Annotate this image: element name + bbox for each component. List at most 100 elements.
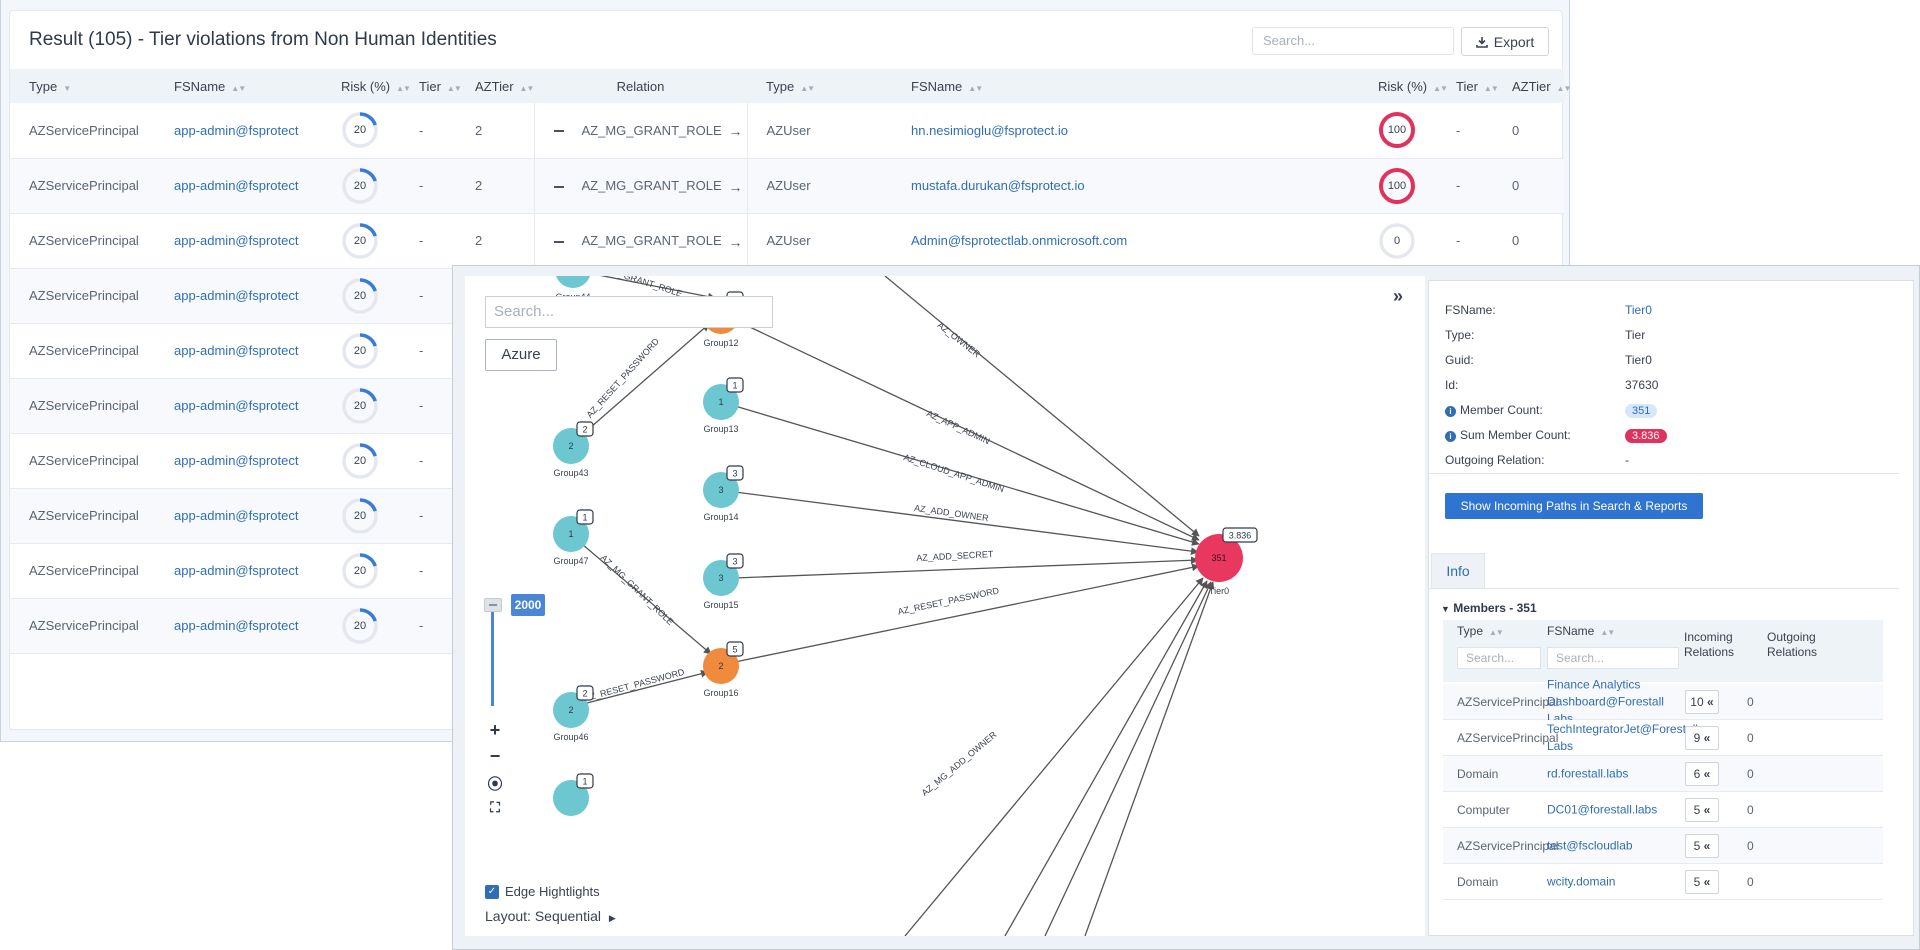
graph-node-group15[interactable]: 3 Group15 3 (703, 553, 744, 610)
members-col-type[interactable]: Type ▲▼ (1457, 624, 1504, 638)
member-row[interactable]: Domain rd.forestall.labs 6 « 0 (1443, 756, 1883, 792)
collapse-panel-icon[interactable]: » (1393, 286, 1403, 307)
cell-fsname[interactable]: app-admin@fsprotect (155, 323, 322, 379)
members-fsname-filter[interactable]: Search... (1547, 647, 1679, 669)
cell-fsname[interactable]: app-admin@fsprotect (155, 378, 322, 434)
sort-icon[interactable]: ▲▼ (800, 84, 815, 93)
members-col-incoming[interactable]: Incoming Relations (1684, 630, 1744, 660)
column-header-type[interactable]: Type ▲▼ (747, 69, 892, 103)
checkbox-icon[interactable]: ✓ (485, 884, 499, 899)
graph-search-input[interactable]: Search... (485, 296, 773, 328)
graph-canvas[interactable]: AZ_MG_GRANT_ROLE AZ_OWNER AZ_RESET_PASSWOR… (465, 276, 1425, 936)
column-header-relation[interactable]: Relation (534, 69, 747, 103)
members-type-filter[interactable]: Search... (1457, 647, 1541, 669)
incoming-relations-button[interactable]: 9 « (1685, 726, 1719, 750)
incoming-relations-button[interactable]: 6 « (1685, 762, 1719, 786)
column-header-fsname[interactable]: FSName ▲▼ (892, 69, 1359, 103)
sort-icon[interactable]: ▼ (63, 84, 71, 93)
layout-selector[interactable]: Layout: Sequential ▶ (485, 908, 616, 924)
member-row[interactable]: Domain wcity.domain 5 « 0 (1443, 864, 1883, 900)
sort-icon[interactable]: ▲▼ (1484, 84, 1499, 93)
cell-target-fsname[interactable]: hn.nesimioglu@fsprotect.io (892, 103, 1359, 159)
cell-target-fsname[interactable]: mustafa.durukan@fsprotect.io (892, 158, 1359, 214)
table-row[interactable]: AZServicePrincipal app-admin@fsprotect 20-… (10, 103, 1564, 159)
cell-fsname[interactable]: app-admin@fsprotect (155, 158, 322, 214)
minus-icon[interactable] (553, 185, 564, 188)
edge-highlights-toggle[interactable]: ✓ Edge Hightlights (485, 884, 600, 899)
member-row[interactable]: AZServicePrincipal Finance Analytics Dash… (1443, 677, 1883, 725)
zoom-in-icon[interactable]: + (487, 720, 503, 741)
cell-fsname[interactable]: app-admin@fsprotect (155, 433, 322, 489)
sort-icon[interactable]: ▲▼ (1433, 84, 1448, 93)
graph-node-group43[interactable]: 2 Group43 2 (553, 421, 594, 478)
member-fsname-link[interactable]: TechIntegratorJet@Forestall Labs (1547, 721, 1698, 755)
graph-node-group16[interactable]: 2 Group16 5 (703, 641, 744, 698)
column-header-fsname[interactable]: FSName ▲▼ (155, 69, 322, 103)
center-view-icon[interactable]: ⦿ (487, 773, 503, 794)
fit-screen-icon[interactable]: ⛶ (487, 799, 503, 816)
member-fsname-link[interactable]: wcity.domain (1547, 873, 1683, 890)
members-section-toggle[interactable]: ▼ Members - 351 (1441, 601, 1537, 615)
azure-filter-button[interactable]: Azure (485, 339, 557, 371)
cell-target-fsname[interactable]: Admin@fsprotectlab.onmicrosoft.com (892, 213, 1359, 269)
show-incoming-paths-button[interactable]: Show Incoming Paths in Search & Reports (1445, 493, 1703, 519)
incoming-relations-button[interactable]: 5 « (1685, 798, 1719, 822)
graph-edge[interactable] (734, 556, 1199, 579)
cell-fsname[interactable]: app-admin@fsprotect (155, 213, 322, 269)
minus-icon[interactable] (553, 130, 564, 133)
column-header-type[interactable]: Type ▼ (10, 69, 155, 103)
info-icon[interactable]: i (1445, 406, 1456, 417)
column-header-risk[interactable]: Risk (%) ▲▼ (1359, 69, 1448, 103)
table-row[interactable]: AZServicePrincipal app-admin@fsprotect 20-… (10, 158, 1564, 214)
graph-svg[interactable]: AZ_MG_GRANT_ROLE AZ_OWNER AZ_RESET_PASSWOR… (465, 276, 1425, 936)
cell-fsname[interactable]: app-admin@fsprotect (155, 598, 322, 654)
prop-value[interactable]: Tier0 (1625, 303, 1652, 317)
graph-node-group47[interactable]: 1 Group47 1 (553, 509, 594, 566)
member-fsname-link[interactable]: rd.forestall.labs (1547, 765, 1683, 782)
sort-icon[interactable]: ▲▼ (968, 84, 983, 93)
depth-slider-handle[interactable] (484, 598, 502, 612)
sort-icon[interactable]: ▲▼ (520, 84, 535, 93)
sort-icon[interactable]: ▲▼ (396, 84, 411, 93)
column-header-aztier[interactable]: AZTier ▲▼ (456, 69, 534, 103)
graph-node-group13[interactable]: 1 Group13 1 (703, 377, 744, 434)
graph-node-groupbottom[interactable]: 1 (553, 773, 594, 816)
column-header-aztier[interactable]: AZTier ▲▼ (1493, 69, 1571, 103)
incoming-relations-button[interactable]: 5 « (1685, 834, 1719, 858)
members-col-outgoing[interactable]: Outgoing Relations (1767, 630, 1831, 660)
cell-fsname[interactable]: app-admin@fsprotect (155, 543, 322, 599)
export-button[interactable]: Export (1461, 27, 1549, 56)
incoming-relations-button[interactable]: 10 « (1685, 690, 1719, 714)
graph-edge[interactable] (734, 563, 1200, 663)
sort-icon[interactable]: ▲▼ (1557, 84, 1572, 93)
minus-icon[interactable] (553, 240, 564, 243)
zoom-out-icon[interactable]: − (487, 746, 503, 767)
member-row[interactable]: AZServicePrincipal TechIntegratorJet@Fore… (1443, 720, 1883, 756)
members-col-fsname[interactable]: FSName ▲▼ (1547, 624, 1615, 638)
info-icon[interactable]: i (1445, 431, 1456, 442)
graph-edge[interactable] (582, 323, 710, 435)
member-row[interactable]: Computer DC01@forestall.labs 5 « 0 (1443, 792, 1883, 828)
graph-node-group14[interactable]: 3 Group14 3 (703, 465, 744, 522)
graph-edge[interactable] (904, 577, 1204, 936)
tab-info[interactable]: Info (1431, 553, 1485, 589)
graph-edge[interactable] (1084, 581, 1215, 936)
cell-fsname[interactable]: app-admin@fsprotect (155, 268, 322, 324)
graph-edge[interactable] (1004, 580, 1208, 936)
cell-fsname[interactable]: app-admin@fsprotect (155, 103, 322, 159)
depth-slider-track[interactable] (491, 606, 494, 706)
cell-fsname[interactable]: app-admin@fsprotect (155, 488, 322, 544)
column-header-risk[interactable]: Risk (%) ▲▼ (322, 69, 411, 103)
graph-edge[interactable] (734, 491, 1199, 555)
graph-edge[interactable] (1044, 581, 1212, 936)
graph-node-group46[interactable]: 2 Group46 2 (553, 685, 594, 742)
result-search-input[interactable]: Search... (1252, 27, 1454, 55)
sort-icon[interactable]: ▲▼ (447, 84, 462, 93)
node-circle[interactable] (555, 276, 591, 288)
incoming-relations-button[interactable]: 5 « (1685, 870, 1719, 894)
member-fsname-link[interactable]: DC01@forestall.labs (1547, 801, 1683, 818)
table-row[interactable]: AZServicePrincipal app-admin@fsprotect 20-… (10, 213, 1564, 269)
member-fsname-link[interactable]: test@fscloudlab (1547, 837, 1683, 854)
member-row[interactable]: AZServicePrincipal test@fscloudlab 5 « 0 (1443, 828, 1883, 864)
sort-icon[interactable]: ▲▼ (231, 84, 246, 93)
